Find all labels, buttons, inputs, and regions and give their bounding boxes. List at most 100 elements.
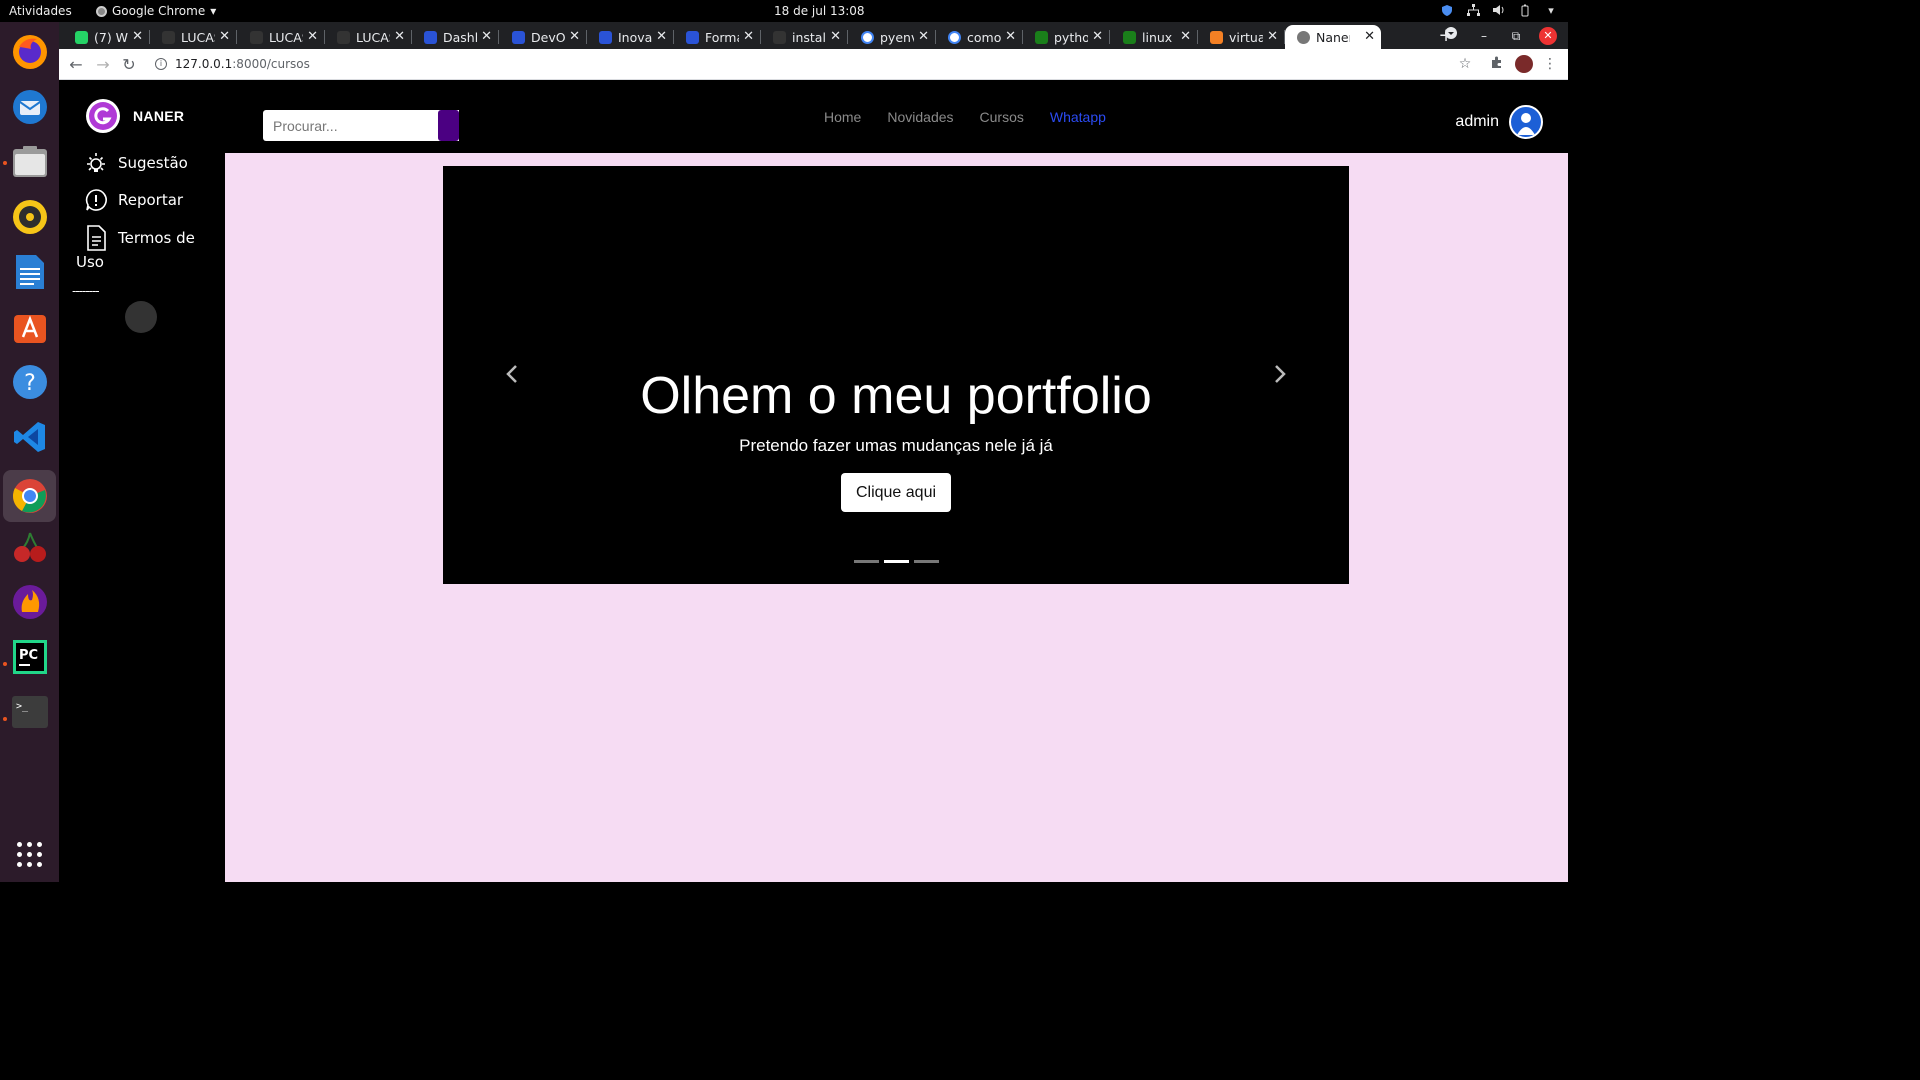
chrome-small-icon [96,5,107,17]
tab-separator [1109,30,1110,44]
close-tab-icon[interactable]: ✕ [743,29,754,44]
close-tab-icon[interactable]: ✕ [1180,29,1191,44]
carousel-indicator[interactable] [884,560,909,563]
close-tab-icon[interactable]: ✕ [1092,29,1103,44]
close-tab-icon[interactable]: ✕ [219,29,230,44]
close-tab-icon[interactable]: ✕ [1364,29,1375,44]
reload-button[interactable]: ↻ [118,54,140,76]
close-tab-icon[interactable]: ✕ [481,29,492,44]
vscode-icon[interactable] [10,417,50,457]
alert-icon [84,188,108,212]
battery-icon[interactable] [1518,3,1532,17]
app-menu-label: Google Chrome [112,4,206,18]
cherry-icon[interactable] [10,527,50,567]
github-icon [250,30,263,44]
url-field[interactable]: 127.0.0.1:8000/cursos [175,57,310,71]
terminal-icon[interactable]: >_ [10,692,50,732]
app-menu[interactable]: Google Chrome ▾ [96,4,216,18]
nav-link-home[interactable]: Home [824,109,861,125]
browser-tab[interactable]: LUCAS ✕ [238,25,325,49]
bookmark-star-icon[interactable]: ☆ [1456,55,1474,73]
browser-tab[interactable]: pytho ✕ [1023,25,1110,49]
web-page: NANER Sugestão Reportar Termos de Uso --… [59,81,1568,882]
browser-tab[interactable]: Naner ✕ [1285,25,1381,49]
browser-tab[interactable]: Forma ✕ [674,25,761,49]
chrome-menu-icon[interactable]: ⋮ [1541,55,1559,73]
search-input[interactable] [263,110,459,141]
tab-separator [236,30,237,44]
browser-tab[interactable]: como ✕ [936,25,1023,49]
shield-icon[interactable] [1440,3,1454,17]
flame-icon[interactable] [10,582,50,622]
chrome-icon[interactable] [3,470,56,522]
nav-link-novidades[interactable]: Novidades [887,109,953,125]
activities-button[interactable]: Atividades [9,4,72,18]
sidebar-item-label-wrap[interactable]: Uso [76,253,104,271]
pycharm-icon[interactable]: PC [10,637,50,677]
forward-button[interactable]: → [92,54,114,76]
close-tab-icon[interactable]: ✕ [830,29,841,44]
network-icon[interactable] [1466,3,1480,17]
stackoverflow-orange-icon [1210,30,1223,44]
sidebar-item-sugestao[interactable]: Sugestão [84,151,188,175]
browser-tab[interactable]: pyenv ✕ [849,25,936,49]
carousel-indicator[interactable] [854,560,879,563]
user-menu[interactable]: admin [1455,105,1543,139]
close-tab-icon[interactable]: ✕ [918,29,929,44]
browser-tab[interactable]: (7) Wh ✕ [63,25,150,49]
browser-tab[interactable]: virtua ✕ [1198,25,1285,49]
nav-link-cursos[interactable]: Cursos [980,109,1024,125]
tab-separator [498,30,499,44]
nav-link-whatsapp[interactable]: Whatapp [1050,109,1106,125]
profile-avatar[interactable] [1515,55,1533,73]
tab-label: instal [792,29,826,45]
tab-label: LUCAS [181,29,215,45]
firefox-icon[interactable] [10,32,50,72]
naner-logo-icon [86,99,120,133]
maximize-button[interactable]: ⧉ [1505,25,1527,47]
software-icon[interactable] [10,307,50,347]
browser-tab[interactable]: Dashb ✕ [412,25,499,49]
close-tab-icon[interactable]: ✕ [1267,29,1278,44]
browser-tab[interactable]: linux - ✕ [1111,25,1198,49]
browser-tab[interactable]: LUCAS ✕ [150,25,237,49]
tab-label: Naner [1316,29,1350,45]
back-button[interactable]: ← [65,54,87,76]
rhythmbox-icon[interactable] [10,197,50,237]
tab-label: LUCAS [356,29,390,45]
carousel-cta-button[interactable]: Clique aqui [841,473,951,512]
search-button[interactable] [438,110,459,141]
google-icon [861,30,874,44]
power-menu-icon[interactable]: ▾ [1544,3,1558,17]
help-icon[interactable]: ? [10,362,50,402]
tab-strip: (7) Wh✕LUCAS✕LUCAS✕LUCAS✕Dashb✕DevOp✕Ino… [59,22,1568,49]
document-icon [84,225,108,251]
close-tab-icon[interactable]: ✕ [569,29,580,44]
close-tab-icon[interactable]: ✕ [1005,29,1016,44]
close-tab-icon[interactable]: ✕ [394,29,405,44]
close-window-button[interactable]: ✕ [1539,27,1557,45]
close-tab-icon[interactable]: ✕ [656,29,667,44]
site-info-icon[interactable]: i [155,58,167,70]
files-icon[interactable] [10,142,50,182]
volume-icon[interactable] [1492,3,1506,17]
show-apps-icon[interactable] [17,842,43,868]
browser-tab[interactable]: instal ✕ [761,25,848,49]
system-tray[interactable]: ▾ [1440,3,1558,17]
writer-icon[interactable] [10,252,50,292]
sidebar-item-label: Reportar [118,191,184,209]
carousel-indicator[interactable] [914,560,939,563]
tab-search-icon[interactable] [1440,25,1462,47]
extensions-icon[interactable] [1488,55,1506,73]
close-tab-icon[interactable]: ✕ [307,29,318,44]
brand[interactable]: NANER [86,99,184,133]
browser-tab[interactable]: Inovac ✕ [587,25,674,49]
sidebar-item-reportar[interactable]: Reportar [84,188,183,212]
browser-tab[interactable]: LUCAS ✕ [325,25,412,49]
sidebar-item-termos[interactable]: Termos de [84,225,195,251]
minimize-button[interactable]: – [1473,25,1495,47]
thunderbird-icon[interactable] [10,87,50,127]
clock[interactable]: 18 de jul 13:08 [774,4,865,18]
close-tab-icon[interactable]: ✕ [132,29,143,44]
browser-tab[interactable]: DevOp ✕ [500,25,587,49]
